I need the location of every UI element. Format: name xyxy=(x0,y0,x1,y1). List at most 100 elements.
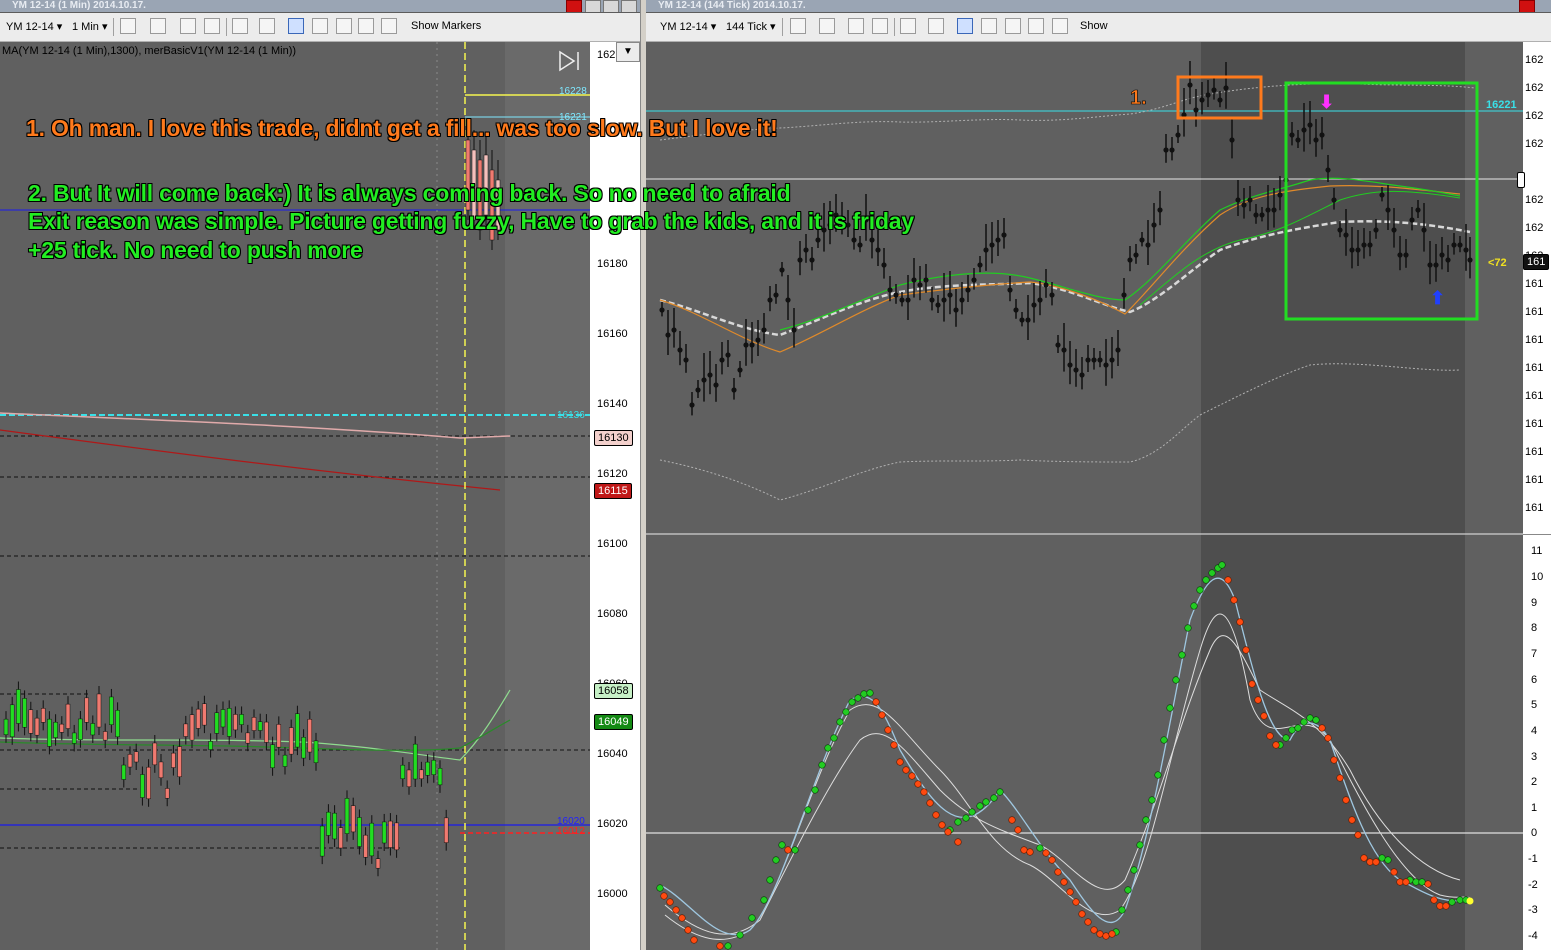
tick-bar xyxy=(1157,207,1163,213)
pencil-icon[interactable] xyxy=(819,18,835,34)
osc-dot xyxy=(908,772,916,780)
left-price-axis[interactable]: ▼ 162 16180 16160 16140 16120 16100 1608… xyxy=(590,42,640,950)
left-price-chart[interactable]: 16228 16221 16136 16020 16012 xyxy=(0,42,590,950)
pin-icon[interactable] xyxy=(848,18,864,34)
osc-dot xyxy=(830,734,838,742)
tick-bar xyxy=(1427,262,1433,268)
zoom-icon[interactable] xyxy=(928,18,944,34)
eraser-icon[interactable] xyxy=(204,18,220,34)
data-box-icon[interactable] xyxy=(312,18,328,34)
tick-bar xyxy=(1307,122,1313,128)
right-axis-tick: 162 xyxy=(1525,194,1544,206)
annotation-line-2: 2. But It will come back:) It is always … xyxy=(28,180,791,206)
osc-last-dot xyxy=(1466,897,1474,905)
zoom-icon[interactable] xyxy=(259,18,275,34)
tick-bar xyxy=(1397,252,1403,258)
tick-bar xyxy=(1463,247,1469,253)
tick-bar xyxy=(701,377,707,383)
tick-bar xyxy=(887,287,893,293)
right-instrument-selector[interactable]: YM 12-14 ▾ xyxy=(660,20,716,33)
osc-axis-tick: 11 xyxy=(1531,545,1543,557)
tick-bar xyxy=(1229,137,1235,143)
right-title-bar[interactable]: YM 12-14 (144 Tick) 2014.10.17. xyxy=(646,0,1551,12)
osc-dot xyxy=(914,780,922,788)
osc-dot xyxy=(1306,714,1314,722)
eraser-icon[interactable] xyxy=(872,18,888,34)
tick-bar xyxy=(1409,217,1415,223)
osc-dot xyxy=(1348,816,1356,824)
right-axis-tick: 162 xyxy=(1525,138,1544,150)
left-close-button[interactable] xyxy=(566,0,582,12)
left-restore-button[interactable] xyxy=(621,0,637,12)
bar-style-icon[interactable] xyxy=(120,18,136,34)
crosshair-icon[interactable] xyxy=(232,18,248,34)
properties-icon[interactable] xyxy=(1028,18,1044,34)
left-minimize-button[interactable] xyxy=(585,0,601,12)
list-icon[interactable] xyxy=(1052,18,1068,34)
candle xyxy=(264,721,269,743)
tick-bar xyxy=(1379,192,1385,198)
osc-dot xyxy=(1154,771,1162,779)
image-icon[interactable] xyxy=(1005,18,1021,34)
tick-bar xyxy=(1349,247,1355,253)
list-icon[interactable] xyxy=(381,18,397,34)
right-window-title: YM 12-14 (144 Tick) 2014.10.17. xyxy=(658,0,806,11)
candle xyxy=(226,708,232,737)
candle xyxy=(127,754,133,768)
osc-dot xyxy=(1060,878,1068,886)
chart-select-icon[interactable] xyxy=(957,18,973,34)
tick-bar xyxy=(791,327,797,333)
osc-dot xyxy=(811,786,819,794)
left-title-bar[interactable]: YM 12-14 (1 Min) 2014.10.17. xyxy=(0,0,640,12)
left-instrument-selector[interactable]: YM 12-14 ▾ xyxy=(6,20,62,33)
show-button[interactable]: Show xyxy=(1080,20,1108,32)
data-box-icon[interactable] xyxy=(981,18,997,34)
axis-dropdown-button[interactable]: ▼ xyxy=(616,42,640,62)
candle xyxy=(214,712,220,734)
tick-bar xyxy=(743,342,749,348)
osc-dot xyxy=(1436,902,1444,910)
pin-icon[interactable] xyxy=(180,18,196,34)
tick-bar xyxy=(755,337,761,343)
osc-axis-tick: 2 xyxy=(1531,776,1538,788)
show-markers-button[interactable]: Show Markers xyxy=(411,20,481,32)
tick-bar xyxy=(773,292,779,298)
osc-dot xyxy=(1378,854,1386,862)
right-chart-window: YM 12-14 (144 Tick) 2014.10.17. YM 12-14… xyxy=(646,0,1551,950)
osc-dot xyxy=(1202,576,1210,584)
tick-bar xyxy=(1295,137,1301,143)
candle xyxy=(183,723,189,737)
bar-style-icon[interactable] xyxy=(790,18,806,34)
osc-dot xyxy=(1184,624,1192,632)
osc-dot xyxy=(736,931,744,939)
osc-dot xyxy=(968,808,976,816)
left-interval-selector[interactable]: 1 Min ▾ xyxy=(72,20,107,33)
candle xyxy=(369,822,375,857)
osc-axis-tick: -2 xyxy=(1528,879,1538,891)
osc-dot xyxy=(1108,930,1116,938)
right-interval-selector[interactable]: 144 Tick ▾ xyxy=(726,20,776,33)
properties-icon[interactable] xyxy=(358,18,374,34)
left-maximize-button[interactable] xyxy=(603,0,619,12)
tick-bar xyxy=(1241,202,1247,208)
image-icon[interactable] xyxy=(336,18,352,34)
crosshair-icon[interactable] xyxy=(900,18,916,34)
left-axis-tick: 16120 xyxy=(597,468,628,480)
osc-axis-tick: 3 xyxy=(1531,751,1538,763)
tick-bar xyxy=(1373,227,1379,233)
tick-bar xyxy=(1091,357,1097,363)
osc-dot xyxy=(1442,902,1450,910)
osc-dot xyxy=(766,876,774,884)
pencil-icon[interactable] xyxy=(150,18,166,34)
osc-dot xyxy=(896,758,904,766)
osc-dot xyxy=(1190,602,1198,610)
chart-select-icon[interactable] xyxy=(288,18,304,34)
candle xyxy=(288,727,294,755)
right-axis-tick: 162 xyxy=(1525,82,1544,94)
osc-dot xyxy=(1248,680,1256,688)
tick-bar xyxy=(1103,362,1109,368)
right-close-button[interactable] xyxy=(1519,0,1535,12)
tick-bar xyxy=(1133,252,1139,258)
right-price-chart[interactable]: ⬇ ⬆ 1. 16221 <72 xyxy=(646,42,1523,950)
osc-axis-tick: 0 xyxy=(1531,827,1538,839)
